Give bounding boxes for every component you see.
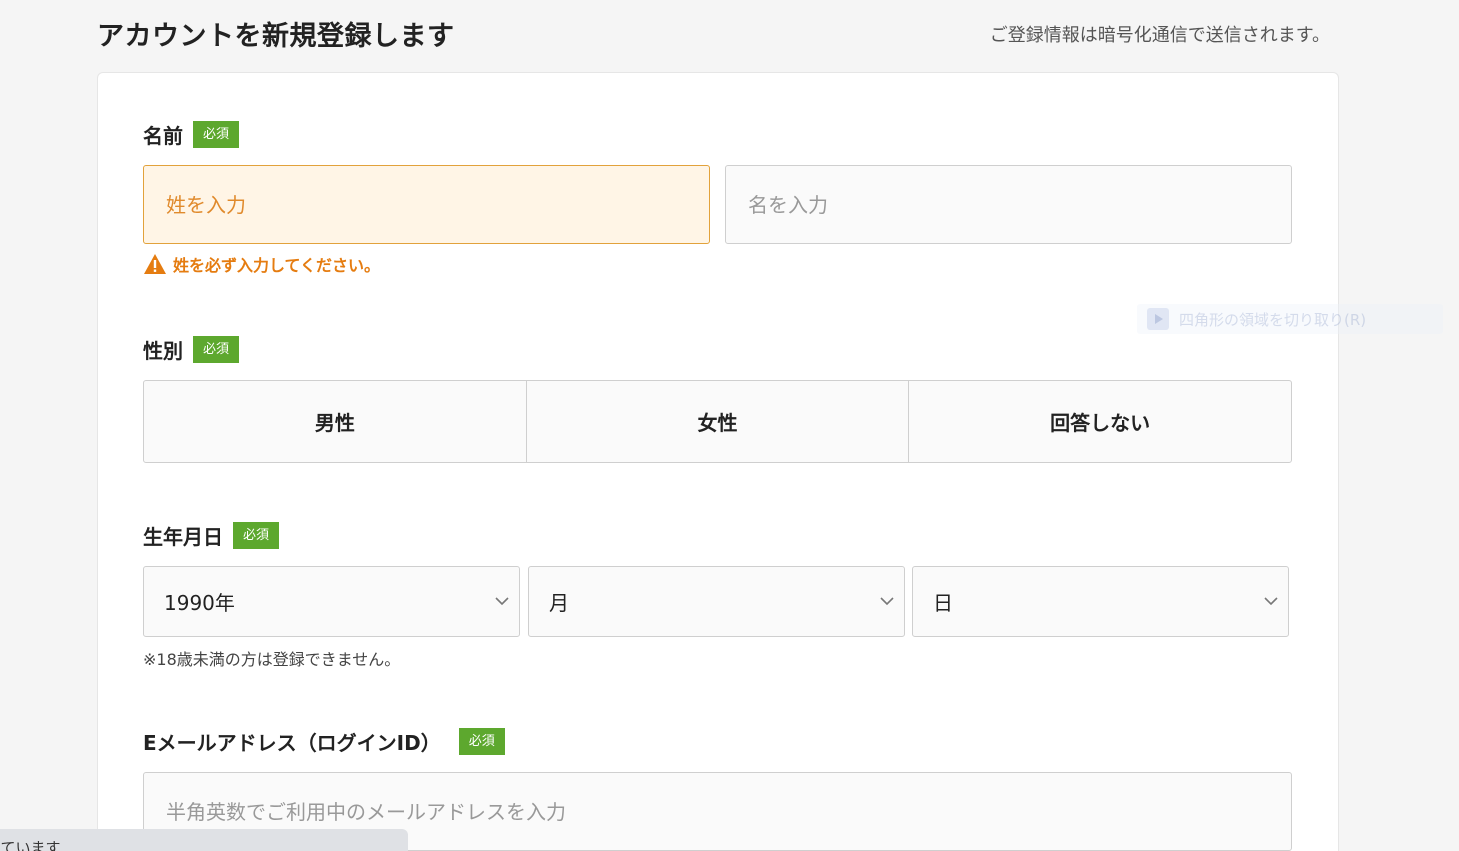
snipping-tool-hint-text: 四角形の領域を切り取り(R)	[1179, 310, 1367, 329]
chevron-down-icon	[880, 597, 894, 606]
secure-note: ご登録情報は暗号化通信で送信されます。	[989, 25, 1330, 46]
gender-options: 男性 女性 回答しない	[143, 380, 1292, 463]
page-header: アカウントを新規登録します ご登録情報は暗号化通信で送信されます。	[97, 0, 1338, 72]
snipping-tool-hint: 四角形の領域を切り取り(R)	[1137, 304, 1443, 334]
name-label: 名前 必須	[143, 120, 240, 149]
first-name-input[interactable]	[725, 165, 1292, 244]
warning-icon	[144, 254, 166, 274]
name-label-text: 名前	[143, 124, 183, 148]
required-badge: 必須	[193, 336, 240, 363]
last-name-input[interactable]	[143, 165, 710, 244]
birth-day-select[interactable]: 日	[912, 566, 1289, 637]
birth-month-value: 月	[549, 591, 569, 615]
gender-label-text: 性別	[143, 339, 183, 363]
email-label-text: Eメールアドレス（ログインID）	[143, 731, 441, 755]
gender-option-no-answer[interactable]: 回答しない	[909, 381, 1291, 462]
birth-day-value: 日	[933, 591, 953, 615]
required-badge: 必須	[193, 121, 240, 148]
last-name-error: 姓を必ず入力してください。	[143, 252, 380, 276]
birthdate-label: 生年月日 必須	[143, 521, 280, 550]
page-title: アカウントを新規登録します	[97, 21, 455, 52]
email-label: Eメールアドレス（ログインID） 必須	[143, 727, 505, 756]
birth-month-select[interactable]: 月	[528, 566, 905, 637]
last-name-error-text: 姓を必ず入力してください。	[173, 256, 381, 275]
required-badge: 必須	[458, 728, 505, 755]
required-badge: 必須	[233, 522, 280, 549]
gender-label: 性別 必須	[143, 335, 240, 364]
status-text: しています...	[0, 839, 75, 851]
chevron-down-icon	[495, 597, 509, 606]
gender-option-male[interactable]: 男性	[144, 381, 527, 462]
registration-form: 名前 必須 姓を必ず入力してください。 性別 必須 男性 女性 回答しない 生年…	[97, 72, 1339, 851]
birth-year-select[interactable]: 1990年	[143, 566, 520, 637]
age-restriction-hint: ※18歳未満の方は登録できません。	[143, 650, 401, 669]
chevron-down-icon	[1264, 597, 1278, 606]
birthdate-label-text: 生年月日	[143, 525, 223, 549]
play-icon	[1147, 308, 1169, 330]
browser-status-bar: しています...	[0, 829, 408, 851]
birth-year-value: 1990年	[164, 591, 235, 615]
gender-option-female[interactable]: 女性	[527, 381, 910, 462]
